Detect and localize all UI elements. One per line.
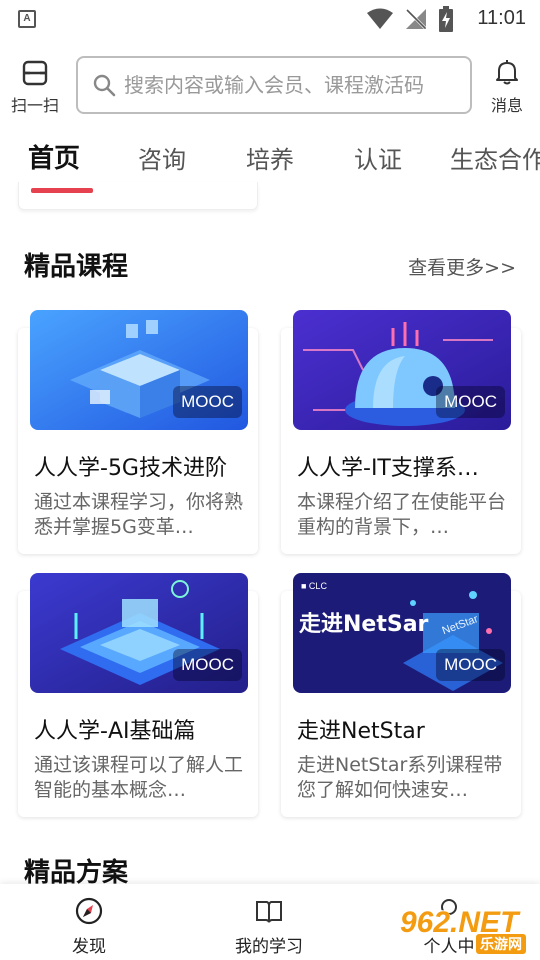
- book-icon: [256, 901, 282, 923]
- mooc-badge: MOOC: [436, 386, 505, 418]
- course-title: 人人学-IT支撑系…: [297, 456, 479, 481]
- course-description: 通过本课程学习，你将熟悉并掌握5G变革…: [34, 491, 244, 538]
- thumb-title: 走进NetSar: [299, 612, 429, 637]
- mooc-badge: MOOC: [173, 649, 242, 681]
- top-header: 扫一扫 消息: [0, 50, 540, 120]
- site-watermark: 962.NET 乐游网: [400, 906, 540, 958]
- course-title: 人人学-AI基础篇: [34, 719, 196, 744]
- tab-home[interactable]: 首页: [28, 138, 80, 175]
- status-time: 11:01: [477, 7, 526, 29]
- accent-bar: [31, 188, 93, 193]
- no-signal-icon: [405, 8, 427, 30]
- search-input[interactable]: [124, 73, 464, 97]
- course-description: 通过该课程可以了解人工智能的基本概念…: [34, 754, 244, 801]
- nav-discover[interactable]: 发现: [44, 896, 134, 957]
- course-thumbnail: ■ CLC 走进NetSar NetStar MOOC: [293, 573, 511, 693]
- status-icons: [366, 6, 454, 32]
- course-thumbnail: MOOC: [30, 310, 248, 430]
- tab-consult[interactable]: 咨询: [138, 140, 186, 175]
- nav-my-learning-label: 我的学习: [235, 937, 303, 957]
- courses-section-title: 精品课程: [24, 252, 129, 282]
- bell-icon: [496, 60, 518, 85]
- mooc-badge: MOOC: [436, 649, 505, 681]
- see-more-link[interactable]: 查看更多>>: [408, 253, 516, 280]
- course-description: 本课程介绍了在使能平台重构的背景下，…: [297, 491, 507, 538]
- messages-button[interactable]: 消息: [482, 58, 532, 116]
- course-card[interactable]: ■ CLC 走进NetSar NetStar MOOC 走进NetStar 走进…: [281, 573, 521, 817]
- tab-ecosystem[interactable]: 生态合作: [450, 140, 540, 175]
- scan-button[interactable]: 扫一扫: [8, 60, 62, 116]
- course-title: 人人学-5G技术进阶: [34, 456, 227, 481]
- course-card[interactable]: MOOC 人人学-AI基础篇 通过该课程可以了解人工智能的基本概念…: [18, 573, 258, 817]
- nav-my-learning[interactable]: 我的学习: [224, 896, 314, 957]
- tab-training[interactable]: 培养: [246, 140, 294, 175]
- wifi-icon: [367, 8, 393, 29]
- watermark-subtitle: 乐游网: [476, 934, 526, 954]
- search-bar[interactable]: [76, 56, 472, 114]
- course-thumbnail: MOOC: [30, 573, 248, 693]
- scan-icon: [22, 60, 48, 86]
- category-tabs: 首页 咨询 培养 认证 生态合作: [0, 134, 540, 184]
- mooc-badge: MOOC: [173, 386, 242, 418]
- tab-certification[interactable]: 认证: [354, 140, 402, 175]
- course-title: 走进NetStar: [297, 719, 425, 744]
- battery-charging-icon: [439, 6, 453, 32]
- compass-icon: [75, 897, 103, 925]
- thumb-logo: ■ CLC: [301, 581, 327, 591]
- status-bar: A 11:01: [0, 0, 540, 38]
- course-card[interactable]: MOOC 人人学-IT支撑系… 本课程介绍了在使能平台重构的背景下，…: [281, 310, 521, 554]
- course-card[interactable]: MOOC 人人学-5G技术进阶 通过本课程学习，你将熟悉并掌握5G变革…: [18, 310, 258, 554]
- course-description: 走进NetStar系列课程带您了解如何快速安…: [297, 754, 503, 801]
- course-thumbnail: MOOC: [293, 310, 511, 430]
- previous-card-remnant: [18, 182, 258, 210]
- scan-label: 扫一扫: [10, 96, 59, 115]
- messages-label: 消息: [490, 96, 523, 115]
- search-icon: [93, 74, 116, 97]
- nav-discover-label: 发现: [72, 937, 106, 957]
- app-notification-icon: A: [18, 10, 36, 28]
